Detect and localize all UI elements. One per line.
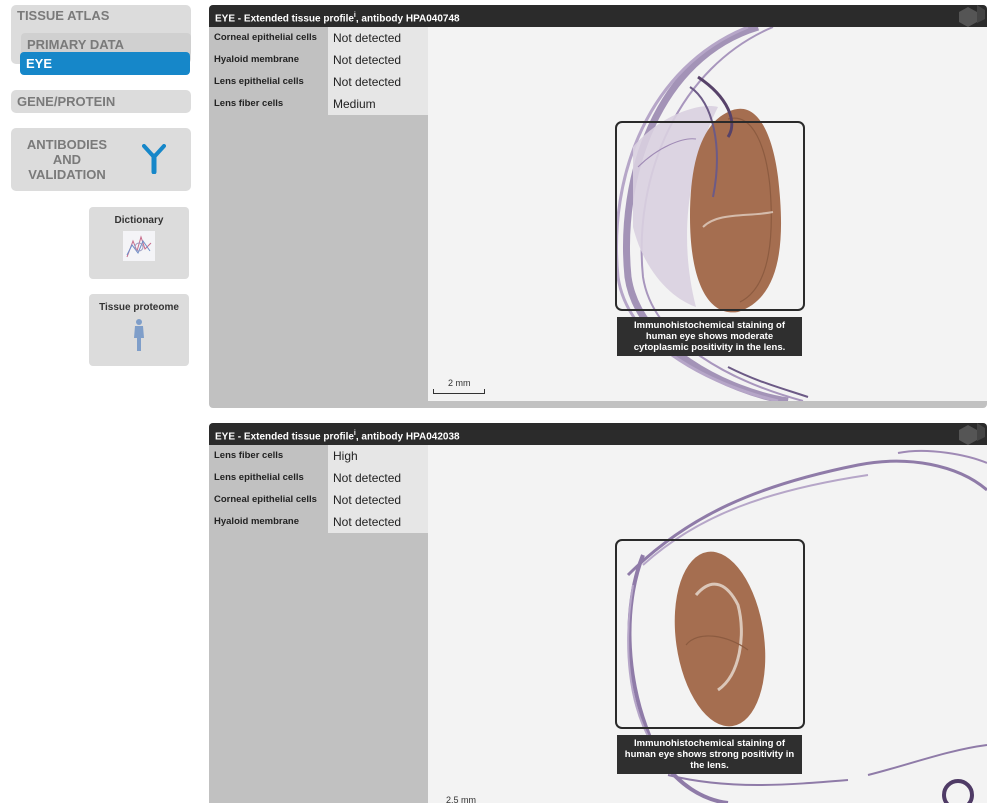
panel-2-title: EYE - Extended tissue profilei, antibody… [209, 423, 987, 445]
cell-type-label: Lens fiber cells [214, 450, 284, 461]
antibodies-line-3: VALIDATION [28, 167, 106, 182]
panel-1-antibody-id: , antibody HPA040748 [355, 13, 460, 25]
panel-2-tissue-image[interactable]: Immunohistochemical staining of human ey… [428, 445, 987, 803]
table-row: Lens epithelial cells Not detected [209, 71, 428, 93]
panel-2-cell-table: Lens fiber cells High Lens epithelial cel… [209, 445, 428, 533]
staining-level: Not detected [328, 511, 428, 533]
scale-label: 2.5 mm [446, 795, 477, 803]
panel-1-title: EYE - Extended tissue profilei, antibody… [209, 5, 987, 27]
cell-type-label: Corneal epithelial cells [214, 494, 317, 505]
panel-2-caption: Immunohistochemical staining of human ey… [617, 735, 802, 774]
tissue-atlas-label: TISSUE ATLAS [17, 8, 110, 23]
cell-type-label: Lens epithelial cells [214, 472, 304, 483]
tissue-profile-panel-1: EYE - Extended tissue profilei, antibody… [209, 5, 987, 408]
tissue-proteome-tile[interactable]: Tissue proteome [89, 294, 189, 366]
table-row: Lens fiber cells Medium [209, 93, 428, 115]
panel-1-cell-table: Corneal epithelial cells Not detected Hya… [209, 27, 428, 115]
panel-1-tissue-image[interactable]: Immunohistochemical staining of human ey… [428, 27, 987, 401]
panel-1-caption: Immunohistochemical staining of human ey… [617, 317, 802, 356]
table-row: Corneal epithelial cells Not detected [209, 489, 428, 511]
staining-level: High [328, 445, 428, 467]
gene-protein-link[interactable]: GENE/PROTEIN [11, 90, 191, 113]
table-row: Hyaloid membrane Not detected [209, 511, 428, 533]
human-body-icon [123, 318, 155, 355]
antibodies-line-1: ANTIBODIES [26, 137, 108, 152]
table-row: Lens epithelial cells Not detected [209, 467, 428, 489]
tissue-proteome-label: Tissue proteome [99, 302, 179, 313]
staining-level: Not detected [328, 27, 428, 49]
antibodies-line-2: AND [52, 152, 82, 167]
staining-level: Not detected [328, 49, 428, 71]
antibody-icon [142, 144, 166, 177]
staining-level: Not detected [328, 467, 428, 489]
staining-level: Not detected [328, 489, 428, 511]
left-navigation: TISSUE ATLAS PRIMARY DATA EYE GENE/PROTE… [11, 5, 191, 366]
staining-level: Not detected [328, 71, 428, 93]
dictionary-thumbnail-icon [123, 231, 155, 264]
cell-type-label: Hyaloid membrane [214, 516, 299, 527]
panel-2-antibody-id: , antibody HPA042038 [355, 431, 460, 443]
cell-type-label: Corneal epithelial cells [214, 32, 317, 43]
table-row: Lens fiber cells High [209, 445, 428, 467]
table-row: Hyaloid membrane Not detected [209, 49, 428, 71]
tissue-profile-panel-2: EYE - Extended tissue profilei, antibody… [209, 423, 987, 803]
antibodies-validation-link[interactable]: ANTIBODIES AND VALIDATION [11, 128, 191, 191]
panel-2-title-text: EYE - Extended tissue profile [215, 431, 354, 443]
scale-bar-line [433, 389, 485, 394]
cell-type-label: Lens epithelial cells [214, 76, 304, 87]
lens-highlight-frame [615, 121, 805, 311]
cell-type-label: Lens fiber cells [214, 98, 284, 109]
panel-1-title-text: EYE - Extended tissue profile [215, 13, 354, 25]
dictionary-label: Dictionary [114, 215, 164, 226]
table-row: Corneal epithelial cells Not detected [209, 27, 428, 49]
lens-highlight-frame [615, 539, 805, 729]
scale-label: 2 mm [448, 378, 471, 388]
dictionary-tile[interactable]: Dictionary [89, 207, 189, 279]
eye-link[interactable]: EYE [20, 52, 190, 75]
antibodies-validation-label: ANTIBODIES AND VALIDATION [17, 137, 117, 182]
cell-type-label: Hyaloid membrane [214, 54, 299, 65]
staining-level: Medium [328, 93, 428, 115]
